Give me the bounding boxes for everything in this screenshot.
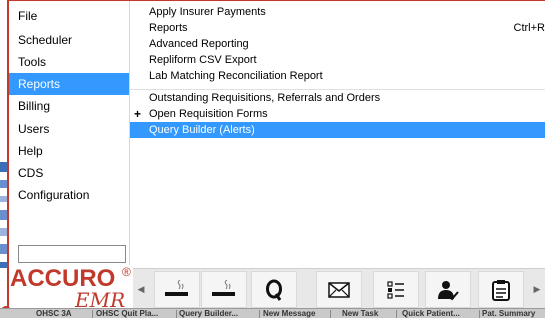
- submenu-item-apply-insurer-payments[interactable]: Apply Insurer Payments: [130, 4, 545, 20]
- side-icon[interactable]: [0, 210, 7, 220]
- envelope-icon: [328, 281, 350, 298]
- submenu-item-reports[interactable]: Reports Ctrl+R: [130, 20, 545, 36]
- menu-item-tools[interactable]: Tools: [9, 51, 129, 73]
- shortcut-label: Ctrl+R: [513, 22, 545, 34]
- window-taskbar: OHSC 3A OHSC Quit Pla... Query Builder..…: [0, 308, 545, 318]
- taskbar-item[interactable]: Query Builder...: [179, 309, 257, 318]
- user-check-icon: [437, 279, 459, 301]
- new-message-button[interactable]: [316, 271, 362, 308]
- submenu-item-label: Lab Matching Reconciliation Report: [149, 70, 323, 82]
- taskbar-item[interactable]: OHSC Quit Pla...: [96, 309, 174, 318]
- side-icon[interactable]: [0, 196, 7, 202]
- taskbar-separator: [92, 310, 93, 318]
- list-icon: [387, 280, 405, 300]
- menu-item-help[interactable]: Help: [9, 140, 129, 162]
- submenu-item-open-requisition-forms[interactable]: + Open Requisition Forms: [130, 106, 545, 122]
- left-arrow-icon[interactable]: ◀: [133, 269, 149, 310]
- quick-toolbar: ◀ ▶: [133, 268, 545, 310]
- taskbar-item[interactable]: Pat. Summary: [482, 309, 545, 318]
- menu-item-billing[interactable]: Billing: [9, 95, 129, 117]
- menu-item-configuration[interactable]: Configuration: [9, 184, 129, 206]
- side-icon[interactable]: [0, 228, 7, 236]
- side-icon[interactable]: [0, 180, 7, 188]
- main-menu: File Scheduler Tools Reports Billing Use…: [9, 1, 129, 263]
- menu-item-users[interactable]: Users: [9, 118, 129, 140]
- quick-patient-button[interactable]: [425, 271, 471, 308]
- submenu-item-label: Reports: [149, 22, 188, 34]
- menu-search-input[interactable]: [18, 245, 126, 263]
- cigarette-icon: [164, 279, 190, 300]
- cigarette-icon: [211, 279, 237, 300]
- taskbar-item[interactable]: OHSC 3A: [36, 309, 86, 318]
- accuro-emr-logo: ACCURO ® EMR: [9, 265, 131, 312]
- new-task-button[interactable]: [373, 271, 419, 308]
- smoking-cessation-button[interactable]: [201, 271, 247, 308]
- submenu-item-label: Repliform CSV Export: [149, 54, 257, 66]
- expand-icon: +: [134, 107, 142, 121]
- right-arrow-icon[interactable]: ▶: [529, 269, 545, 310]
- taskbar-separator: [259, 310, 260, 318]
- submenu-item-lab-matching-report[interactable]: Lab Matching Reconciliation Report: [130, 68, 545, 84]
- submenu-item-label: Apply Insurer Payments: [149, 6, 266, 18]
- menu-item-file[interactable]: File: [9, 5, 129, 27]
- query-q-icon: [264, 279, 284, 301]
- taskbar-separator: [396, 310, 397, 318]
- taskbar-separator: [176, 310, 177, 318]
- menu-item-cds[interactable]: CDS: [9, 162, 129, 184]
- taskbar-separator: [330, 310, 331, 318]
- side-icon[interactable]: [0, 244, 7, 254]
- taskbar-item[interactable]: New Message: [263, 309, 325, 318]
- logo-registered-mark: ®: [122, 265, 131, 279]
- patient-summary-button[interactable]: [478, 271, 524, 308]
- submenu-item-label: Open Requisition Forms: [149, 108, 268, 120]
- taskbar-item[interactable]: Quick Patient...: [402, 309, 476, 318]
- taskbar-item[interactable]: New Task: [342, 309, 392, 318]
- menu-item-reports[interactable]: Reports: [9, 73, 129, 95]
- submenu-item-label: Outstanding Requisitions, Referrals and …: [149, 92, 381, 104]
- smoking-status-button[interactable]: [154, 271, 200, 308]
- side-icon-strip: [0, 160, 8, 300]
- side-icon[interactable]: [0, 262, 7, 268]
- submenu-item-query-builder-alerts[interactable]: Query Builder (Alerts): [130, 122, 545, 138]
- clipboard-icon: [492, 279, 510, 301]
- submenu-item-advanced-reporting[interactable]: Advanced Reporting: [130, 36, 545, 52]
- menu-item-scheduler[interactable]: Scheduler: [9, 29, 129, 51]
- submenu-item-repliform-csv-export[interactable]: Repliform CSV Export: [130, 52, 545, 68]
- side-icon[interactable]: [0, 162, 7, 172]
- submenu-item-label: Advanced Reporting: [149, 38, 249, 50]
- query-builder-button[interactable]: [251, 271, 297, 308]
- taskbar-separator: [479, 310, 480, 318]
- submenu-item-label: Query Builder (Alerts): [149, 124, 255, 136]
- submenu-item-outstanding-requisitions[interactable]: Outstanding Requisitions, Referrals and …: [130, 90, 545, 106]
